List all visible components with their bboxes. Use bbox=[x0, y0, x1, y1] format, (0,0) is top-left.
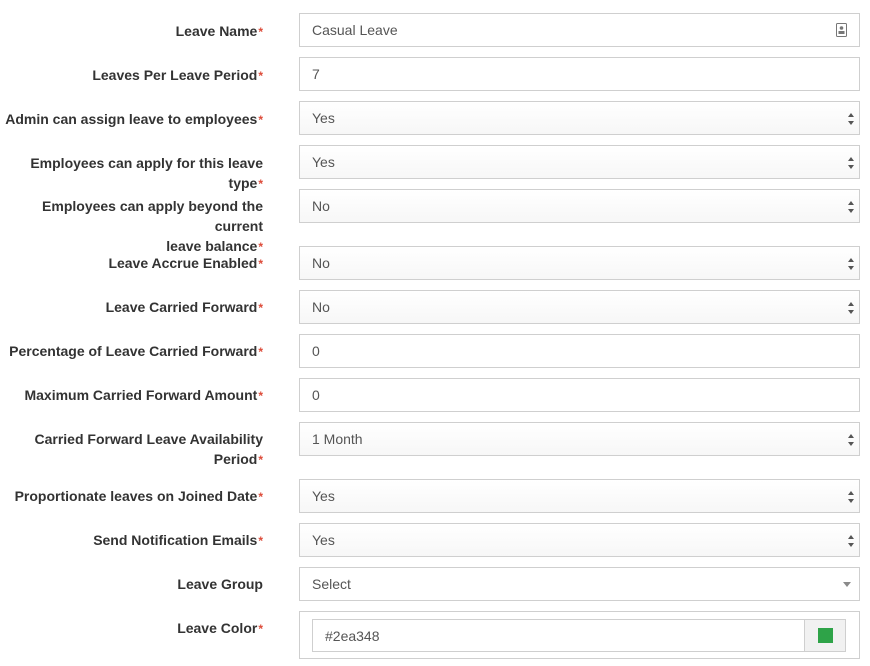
admin-can-assign-select[interactable]: Yes bbox=[299, 101, 860, 135]
employees-can-apply-label: Employees can apply for this leave type* bbox=[30, 155, 263, 191]
leave-name-label: Leave Name* bbox=[175, 23, 263, 39]
percentage-carried-forward-label: Percentage of Leave Carried Forward* bbox=[9, 343, 263, 359]
leave-accrue-value: No bbox=[312, 255, 330, 271]
max-carried-forward-label: Maximum Carried Forward Amount* bbox=[24, 387, 263, 403]
leave-color-input[interactable]: #2ea348 bbox=[312, 619, 805, 652]
leave-carried-forward-select[interactable]: No bbox=[299, 290, 860, 324]
availability-period-label: Carried Forward Leave Availability Perio… bbox=[34, 431, 264, 467]
leave-group-label: Leave Group bbox=[177, 576, 263, 592]
color-swatch bbox=[818, 628, 833, 643]
contact-card-icon[interactable] bbox=[836, 23, 847, 37]
admin-can-assign-label: Admin can assign leave to employees* bbox=[5, 111, 263, 127]
leave-carried-forward-label: Leave Carried Forward* bbox=[105, 299, 263, 315]
up-down-arrows-icon bbox=[848, 157, 854, 169]
leave-group-value: Select bbox=[312, 576, 351, 592]
admin-can-assign-value: Yes bbox=[312, 110, 335, 126]
send-notification-select[interactable]: Yes bbox=[299, 523, 860, 557]
caret-down-icon bbox=[843, 582, 851, 587]
leaves-per-period-label: Leaves Per Leave Period* bbox=[92, 67, 263, 83]
leave-color-picker: #2ea348 bbox=[299, 611, 860, 659]
up-down-arrows-icon bbox=[848, 434, 854, 446]
leave-name-value: Casual Leave bbox=[312, 22, 398, 38]
availability-period-value: 1 Month bbox=[312, 431, 363, 447]
employees-can-apply-value: Yes bbox=[312, 154, 335, 170]
up-down-arrows-icon bbox=[848, 258, 854, 270]
color-swatch-button[interactable] bbox=[804, 619, 846, 652]
apply-beyond-balance-value: No bbox=[312, 198, 330, 214]
up-down-arrows-icon bbox=[848, 302, 854, 314]
leave-accrue-label: Leave Accrue Enabled* bbox=[108, 255, 263, 271]
leave-type-form: Leave Name* Casual Leave Leaves Per Leav… bbox=[0, 0, 870, 666]
leave-name-input[interactable]: Casual Leave bbox=[299, 13, 860, 47]
leave-group-dropdown[interactable]: Select bbox=[299, 567, 860, 601]
percentage-carried-forward-input[interactable]: 0 bbox=[299, 334, 860, 368]
proportionate-leaves-label: Proportionate leaves on Joined Date* bbox=[14, 488, 263, 504]
up-down-arrows-icon bbox=[848, 201, 854, 213]
leave-accrue-select[interactable]: No bbox=[299, 246, 860, 280]
max-carried-forward-input[interactable]: 0 bbox=[299, 378, 860, 412]
proportionate-leaves-value: Yes bbox=[312, 488, 335, 504]
leave-color-value: #2ea348 bbox=[325, 627, 380, 644]
leave-carried-forward-value: No bbox=[312, 299, 330, 315]
apply-beyond-balance-select[interactable]: No bbox=[299, 189, 860, 223]
send-notification-label: Send Notification Emails* bbox=[93, 532, 263, 548]
employees-can-apply-select[interactable]: Yes bbox=[299, 145, 860, 179]
apply-beyond-balance-label: Employees can apply beyond the current l… bbox=[42, 198, 263, 254]
leaves-per-period-value: 7 bbox=[312, 66, 320, 82]
leave-color-label: Leave Color* bbox=[177, 620, 263, 636]
max-carried-forward-value: 0 bbox=[312, 387, 320, 403]
leaves-per-period-input[interactable]: 7 bbox=[299, 57, 860, 91]
send-notification-value: Yes bbox=[312, 532, 335, 548]
up-down-arrows-icon bbox=[848, 491, 854, 503]
availability-period-select[interactable]: 1 Month bbox=[299, 422, 860, 456]
percentage-carried-forward-value: 0 bbox=[312, 343, 320, 359]
up-down-arrows-icon bbox=[848, 113, 854, 125]
up-down-arrows-icon bbox=[848, 535, 854, 547]
proportionate-leaves-select[interactable]: Yes bbox=[299, 479, 860, 513]
